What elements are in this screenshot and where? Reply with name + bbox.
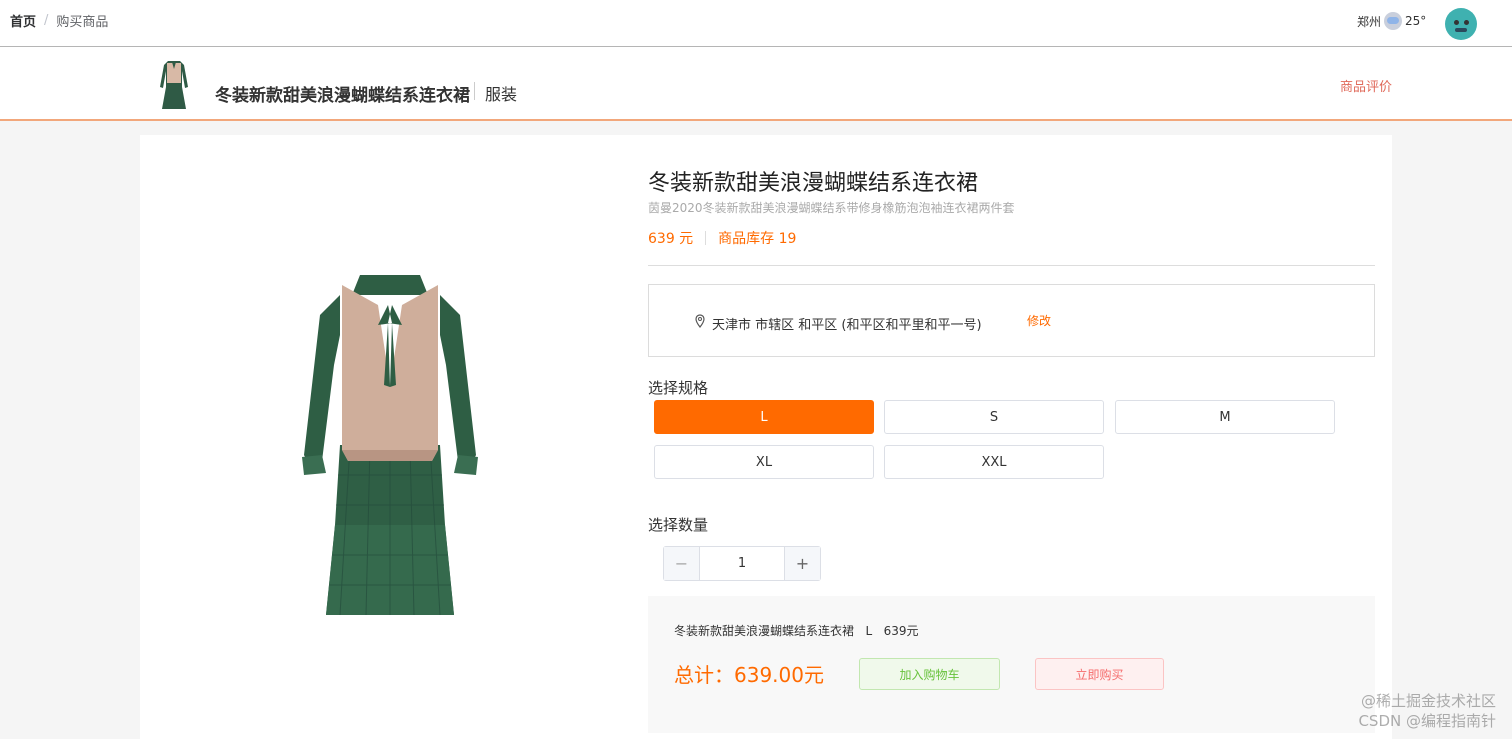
avatar-mouth-icon <box>1455 28 1467 32</box>
product-stock: 商品库存 19 <box>718 231 797 247</box>
watermark-line-2: CSDN @编程指南针 <box>1358 712 1496 730</box>
address-box: 天津市 市辖区 和平区 (和平区和平里和平一号) 修改 <box>648 284 1375 357</box>
summary-line: 冬装新款甜美浪漫蝴蝶结系连衣裙 L 639元 <box>674 624 919 638</box>
product-header: 冬装新款甜美浪漫蝴蝶结系连衣裙 服装 商品评价 <box>0 47 1512 121</box>
avatar-eye-icon <box>1454 20 1459 25</box>
quantity-increase-button[interactable]: + <box>784 547 820 580</box>
section-divider <box>648 265 1375 266</box>
top-bar: 首页 / 购买商品 郑州 25° <box>0 0 1512 47</box>
spec-option-l[interactable]: L <box>654 400 874 434</box>
product-title: 冬装新款甜美浪漫蝴蝶结系连衣裙 <box>648 171 979 196</box>
breadcrumb-current: 购买商品 <box>56 15 109 30</box>
quantity-input[interactable]: 1 <box>700 547 784 580</box>
spec-option-s[interactable]: S <box>884 400 1104 434</box>
product-review-link[interactable]: 商品评价 <box>1340 76 1392 95</box>
avatar[interactable] <box>1445 8 1477 40</box>
buy-now-button[interactable]: 立即购买 <box>1035 658 1164 690</box>
breadcrumb: 首页 / 购买商品 <box>10 11 108 30</box>
cloud-rain-icon <box>1384 12 1403 30</box>
watermark-line-1: @稀土掘金技术社区 <box>1360 692 1496 710</box>
avatar-eye-icon <box>1464 20 1469 25</box>
quantity-decrease-button[interactable]: − <box>664 547 700 580</box>
product-subtitle: 茵曼2020冬装新款甜美浪漫蝴蝶结系带修身橡筋泡泡袖连衣裙两件套 <box>648 201 1015 215</box>
weather-temp: 25° <box>1405 14 1427 28</box>
quantity-stepper: − 1 + <box>663 546 821 581</box>
weather-city: 郑州 <box>1357 14 1382 29</box>
header-product-title: 冬装新款甜美浪漫蝴蝶结系连衣裙 <box>215 86 470 106</box>
spec-option-xxl[interactable]: XXL <box>884 445 1104 479</box>
header-divider <box>474 82 475 100</box>
address-text: 天津市 市辖区 和平区 (和平区和平里和平一号) <box>712 318 982 333</box>
location-pin-icon <box>695 314 705 328</box>
product-detail-card: 冬装新款甜美浪漫蝴蝶结系连衣裙 茵曼2020冬装新款甜美浪漫蝴蝶结系带修身橡筋泡… <box>140 135 1392 739</box>
edit-address-link[interactable]: 修改 <box>1027 312 1051 329</box>
breadcrumb-home[interactable]: 首页 <box>10 11 36 30</box>
spec-option-m[interactable]: M <box>1115 400 1335 434</box>
add-to-cart-button[interactable]: 加入购物车 <box>859 658 1000 690</box>
watermark: @稀土掘金技术社区 CSDN @编程指南针 <box>1358 691 1496 731</box>
breadcrumb-separator: / <box>44 13 49 28</box>
product-thumbnail <box>160 61 188 109</box>
quantity-label: 选择数量 <box>648 516 709 534</box>
price-stock-line: 639 元 商品库存 19 <box>648 228 796 248</box>
weather-widget: 郑州 25° <box>1357 12 1426 30</box>
price-divider <box>705 231 707 245</box>
order-summary: 冬装新款甜美浪漫蝴蝶结系连衣裙 L 639元 总计：639.00元 加入购物车 … <box>648 596 1375 733</box>
header-category: 服装 <box>485 85 518 104</box>
product-image <box>302 275 478 616</box>
total-price: 总计：639.00元 <box>674 663 824 687</box>
product-price: 639 元 <box>648 231 694 247</box>
spec-option-xl[interactable]: XL <box>654 445 874 479</box>
spec-label: 选择规格 <box>648 379 709 397</box>
